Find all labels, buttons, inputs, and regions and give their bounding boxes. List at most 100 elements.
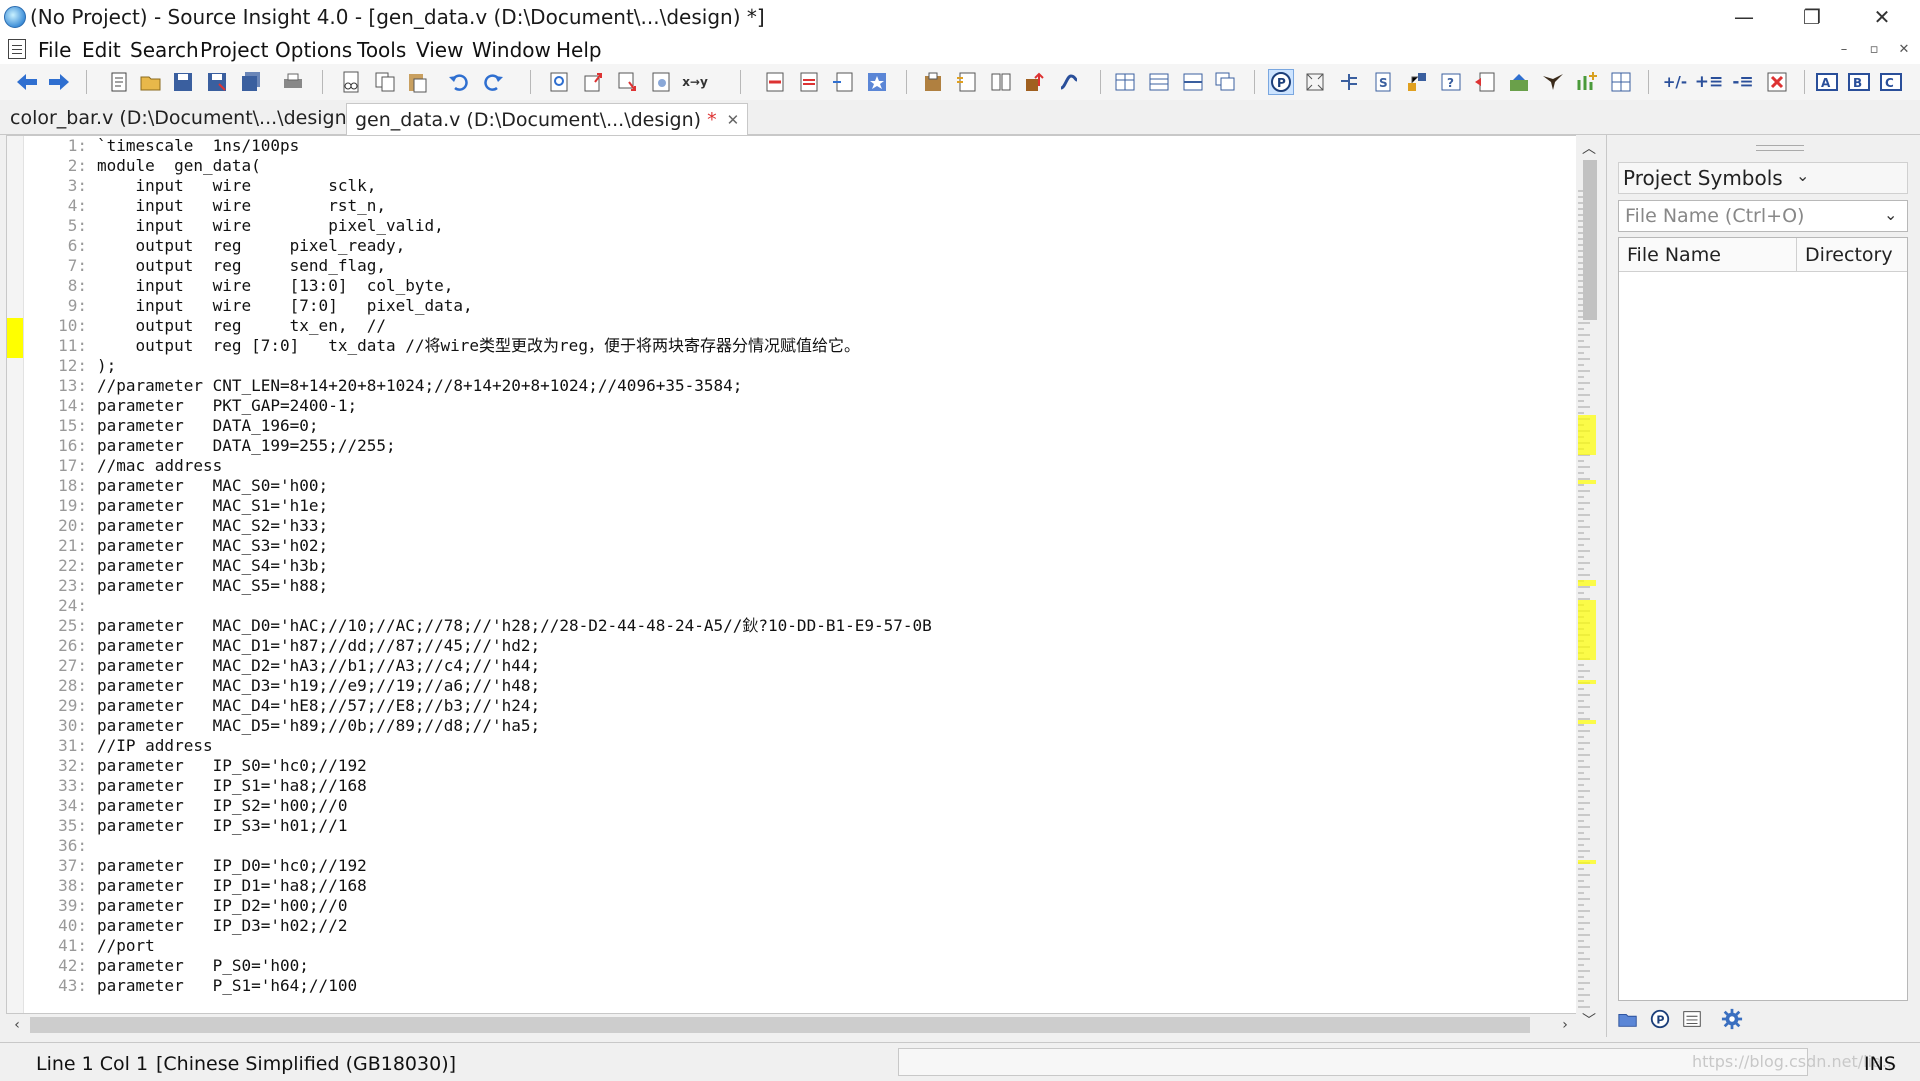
- code-line[interactable]: 33: parameter IP_S1='ha8;//168: [25, 776, 1577, 796]
- code-line[interactable]: 18: parameter MAC_S0='h00;: [25, 476, 1577, 496]
- panel-dropdown-icon[interactable]: ⌄: [1796, 166, 1809, 185]
- code-text[interactable]: input wire [7:0] pixel_data,: [87, 296, 473, 316]
- mdi-restore-button[interactable]: ▫: [1862, 38, 1886, 60]
- code-line[interactable]: 11: output reg [7:0] tx_data //将wire类型更改…: [25, 336, 1577, 356]
- delete-icon[interactable]: [1764, 69, 1790, 95]
- find-icon[interactable]: [546, 69, 572, 95]
- code-text[interactable]: parameter MAC_S5='h88;: [87, 576, 328, 596]
- outline-icon[interactable]: [1336, 69, 1362, 95]
- menu-window[interactable]: Window: [472, 38, 551, 62]
- code-text[interactable]: parameter MAC_S0='h00;: [87, 476, 328, 496]
- open-folder-icon[interactable]: [138, 69, 164, 95]
- code-text[interactable]: //port: [87, 936, 155, 956]
- code-text[interactable]: input wire [13:0] col_byte,: [87, 276, 454, 296]
- code-line[interactable]: 40: parameter IP_D3='h02;//2: [25, 916, 1577, 936]
- project-symbols-toggle-icon[interactable]: P: [1268, 69, 1294, 95]
- close-button[interactable]: ✕: [1854, 0, 1910, 34]
- code-line[interactable]: 29: parameter MAC_D4='hE8;//57;//E8;//b3;…: [25, 696, 1577, 716]
- file-list[interactable]: File Name Directory: [1618, 237, 1908, 1001]
- menu-tools[interactable]: Tools: [357, 38, 406, 62]
- code-line[interactable]: 15: parameter DATA_196=0;: [25, 416, 1577, 436]
- menu-options[interactable]: Options: [275, 38, 352, 62]
- remove-line-icon[interactable]: -≡: [1730, 69, 1756, 95]
- code-line[interactable]: 9: input wire [7:0] pixel_data,: [25, 296, 1577, 316]
- code-lines[interactable]: 1: `timescale 1ns/100ps 2: module gen_data(…: [25, 136, 1577, 996]
- code-text[interactable]: parameter MAC_S2='h33;: [87, 516, 328, 536]
- code-line[interactable]: 6: output reg pixel_ready,: [25, 236, 1577, 256]
- print-icon[interactable]: [280, 69, 306, 95]
- code-editor[interactable]: 1: `timescale 1ns/100ps 2: module gen_data(…: [6, 135, 1578, 1014]
- code-text[interactable]: module gen_data(: [87, 156, 261, 176]
- code-text[interactable]: parameter IP_S3='h01;//1: [87, 816, 347, 836]
- code-text[interactable]: parameter P_S0='h00;: [87, 956, 309, 976]
- help-context-icon[interactable]: ?: [1438, 69, 1464, 95]
- save-icon[interactable]: [170, 69, 196, 95]
- code-line[interactable]: 12:);: [25, 356, 1577, 376]
- find-down-icon[interactable]: [614, 69, 640, 95]
- code-text[interactable]: parameter DATA_199=255;//255;: [87, 436, 396, 456]
- call-tree-icon[interactable]: [1404, 69, 1430, 95]
- code-text[interactable]: output reg [7:0] tx_data //将wire类型更改为reg…: [87, 336, 860, 356]
- bookmark-star-icon[interactable]: [864, 69, 890, 95]
- code-line[interactable]: 23: parameter MAC_S5='h88;: [25, 576, 1577, 596]
- code-line[interactable]: 26: parameter MAC_D1='h87;//dd;//87;//45;…: [25, 636, 1577, 656]
- code-text[interactable]: input wire sclk,: [87, 176, 377, 196]
- column-header-directory[interactable]: Directory: [1797, 238, 1907, 272]
- font-b-icon[interactable]: B: [1846, 69, 1872, 95]
- code-line[interactable]: 28: parameter MAC_D3='h19;//e9;//19;//a6;…: [25, 676, 1577, 696]
- code-text[interactable]: parameter MAC_D0='hAC;//10;//AC;//78;//'…: [87, 616, 932, 636]
- code-text[interactable]: parameter MAC_S3='h02;: [87, 536, 328, 556]
- save-all-icon[interactable]: [238, 69, 264, 95]
- code-line[interactable]: 8: input wire [13:0] col_byte,: [25, 276, 1577, 296]
- relation-window-icon[interactable]: [954, 69, 980, 95]
- code-line[interactable]: 1: `timescale 1ns/100ps: [25, 136, 1577, 156]
- project-window-icon[interactable]: [1506, 69, 1532, 95]
- code-line[interactable]: 17://mac address: [25, 456, 1577, 476]
- cascade-windows-icon[interactable]: [1212, 69, 1238, 95]
- code-line[interactable]: 30: parameter MAC_D5='h89;//0b;//89;//d8;…: [25, 716, 1577, 736]
- symbol-window-icon[interactable]: [920, 69, 946, 95]
- save-as-icon[interactable]: [204, 69, 230, 95]
- file-name-search-input[interactable]: [1618, 200, 1908, 232]
- code-line[interactable]: 35: parameter IP_S3='h01;//1: [25, 816, 1577, 836]
- code-text[interactable]: parameter IP_D2='h00;//0: [87, 896, 347, 916]
- scroll-left-icon[interactable]: ‹: [6, 1014, 28, 1036]
- code-text[interactable]: //parameter CNT_LEN=8+14+20+8+1024;//8+1…: [87, 376, 742, 396]
- font-a-icon[interactable]: A: [1814, 69, 1840, 95]
- code-text[interactable]: parameter P_S1='h64;//100: [87, 976, 357, 996]
- copy-icon[interactable]: [372, 69, 398, 95]
- symbol-s-icon[interactable]: S: [1370, 69, 1396, 95]
- find-up-icon[interactable]: [580, 69, 606, 95]
- code-line[interactable]: 42: parameter P_S0='h00;: [25, 956, 1577, 976]
- tab-gen-data[interactable]: gen_data.v (D:\Document\...\design) * ✕: [346, 103, 749, 135]
- replace-icon[interactable]: x→y: [682, 69, 708, 95]
- code-text[interactable]: parameter IP_D1='ha8;//168: [87, 876, 367, 896]
- paste-icon[interactable]: [404, 69, 430, 95]
- expand-icon[interactable]: +/-: [1662, 69, 1688, 95]
- code-text[interactable]: `timescale 1ns/100ps: [87, 136, 299, 156]
- tab-color-bar[interactable]: color_bar.v (D:\Document\...\design): [2, 103, 362, 133]
- code-line[interactable]: 3: input wire sclk,: [25, 176, 1577, 196]
- code-line[interactable]: 31://IP address: [25, 736, 1577, 756]
- menu-help[interactable]: Help: [556, 38, 602, 62]
- code-text[interactable]: output reg send_flag,: [87, 256, 386, 276]
- menu-view[interactable]: View: [416, 38, 463, 62]
- code-text[interactable]: parameter MAC_D3='h19;//e9;//19;//a6;//'…: [87, 676, 540, 696]
- menu-edit[interactable]: Edit: [82, 38, 121, 62]
- code-text[interactable]: parameter MAC_S4='h3b;: [87, 556, 328, 576]
- jump-icon[interactable]: [1022, 69, 1048, 95]
- code-text[interactable]: output reg pixel_ready,: [87, 236, 406, 256]
- book-icon[interactable]: [988, 69, 1014, 95]
- undo-icon[interactable]: [446, 69, 472, 95]
- code-text[interactable]: output reg tx_en, //: [87, 316, 386, 336]
- scroll-down-icon[interactable]: ﹀: [1576, 1009, 1602, 1031]
- code-line[interactable]: 13://parameter CNT_LEN=8+14+20+8+1024;//…: [25, 376, 1577, 396]
- code-line[interactable]: 21: parameter MAC_S3='h02;: [25, 536, 1577, 556]
- code-text[interactable]: parameter MAC_D4='hE8;//57;//E8;//b3;//'…: [87, 696, 540, 716]
- code-line[interactable]: 36:: [25, 836, 1577, 856]
- code-text[interactable]: );: [87, 356, 116, 376]
- code-text[interactable]: //mac address: [87, 456, 222, 476]
- panel-project-icon[interactable]: P: [1646, 1006, 1674, 1032]
- code-text[interactable]: parameter IP_S0='hc0;//192: [87, 756, 367, 776]
- code-text[interactable]: parameter IP_S1='ha8;//168: [87, 776, 367, 796]
